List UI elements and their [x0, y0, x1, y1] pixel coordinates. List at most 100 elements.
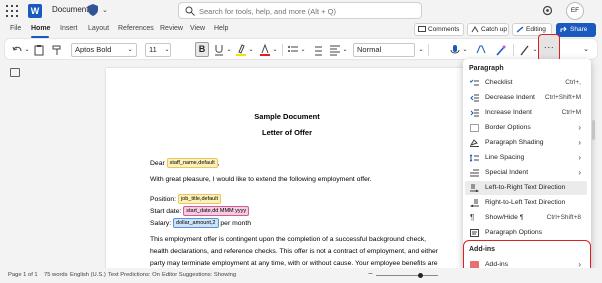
ribbon-collapse-chevron-icon[interactable]: ⌄: [582, 43, 590, 57]
more-options-button[interactable]: ···: [538, 34, 560, 62]
menu-item-checklist[interactable]: Checklist Ctrl+,: [465, 76, 587, 90]
underline-icon[interactable]: [213, 43, 225, 57]
menu-item-right-to-left[interactable]: Right-to-Left Text Direction: [465, 196, 587, 210]
numbering-icon[interactable]: [311, 43, 323, 57]
menu-item-increase-indent[interactable]: Increase Indent Ctrl+M: [465, 106, 587, 120]
highlight-color-icon[interactable]: [235, 43, 247, 57]
salutation-line: Dear staff_name,default,: [150, 158, 220, 168]
font-size-chevron-icon[interactable]: ⌄: [163, 43, 171, 57]
menu-item-paragraph-options[interactable]: Paragraph Options: [465, 226, 587, 240]
title-chevron-down-icon[interactable]: ⌄: [102, 6, 108, 14]
start-date-label: Start date:: [150, 208, 182, 215]
document-title[interactable]: Document: [52, 5, 88, 14]
menu-item-label: Special Indent: [485, 169, 529, 176]
menu-item-label: Checklist: [485, 79, 513, 86]
bullets-chevron-icon[interactable]: ⌄: [300, 43, 306, 57]
body-line: health declarations, and reference check…: [150, 248, 439, 255]
tab-references[interactable]: References: [118, 25, 154, 32]
share-icon: [560, 26, 567, 32]
tab-insert[interactable]: Insert: [60, 25, 78, 32]
style-chevron-icon[interactable]: ⌄: [417, 43, 425, 57]
settings-gear-icon[interactable]: [541, 4, 554, 17]
app-launcher-icon[interactable]: [6, 5, 18, 17]
shading-icon: [470, 139, 479, 147]
underline-chevron-icon[interactable]: ⌄: [226, 43, 232, 57]
style-select[interactable]: Normal: [353, 43, 415, 57]
search-box[interactable]: [178, 2, 422, 19]
undo-chevron-icon[interactable]: ⌄: [24, 43, 30, 57]
placeholder-job-title[interactable]: job_title,default: [177, 194, 221, 204]
line-spacing-icon: [470, 154, 479, 162]
menu-item-border-options[interactable]: Border Options ›: [465, 121, 587, 135]
font-color-icon[interactable]: [259, 43, 271, 57]
rtl-icon: [470, 199, 479, 207]
undo-icon[interactable]: [11, 43, 23, 57]
catch-up-icon: [471, 26, 479, 33]
share-button[interactable]: Share: [556, 23, 596, 37]
catch-up-button[interactable]: Catch up: [467, 23, 509, 36]
align-chevron-icon[interactable]: ⌄: [342, 43, 348, 57]
bold-button[interactable]: B: [195, 42, 209, 57]
dictate-chevron-icon[interactable]: ⌄: [462, 43, 468, 57]
dictate-microphone-icon[interactable]: [449, 43, 461, 57]
page-count[interactable]: Page 1 of 1: [8, 272, 38, 278]
language-status[interactable]: English (U.S.): [70, 272, 106, 278]
salary-line: Salary: dollar_amount,2 per month: [150, 218, 251, 228]
zoom-out-icon[interactable]: −: [368, 269, 373, 278]
comments-button[interactable]: Comments: [414, 23, 464, 36]
menu-item-shortcut: Ctrl+M: [561, 109, 581, 116]
placeholder-salary[interactable]: dollar_amount,2: [173, 218, 219, 228]
dear-text: Dear: [150, 160, 165, 167]
menu-item-label: Border Options: [485, 124, 531, 131]
editing-label: Editing: [526, 26, 546, 33]
highlight-chevron-icon[interactable]: ⌄: [248, 43, 254, 57]
word-count[interactable]: 75 words: [44, 272, 68, 278]
editor-suggestions-status[interactable]: Editor Suggestions: Showing: [162, 272, 236, 278]
menu-item-paragraph-shading[interactable]: Paragraph Shading ›: [465, 136, 587, 150]
menu-scrollbar[interactable]: [592, 120, 595, 140]
editor-icon[interactable]: [475, 43, 487, 57]
draw-pen-icon[interactable]: [519, 43, 531, 57]
menu-item-show-hide[interactable]: ¶ Show/Hide ¶ Ctrl+Shift+8: [465, 211, 587, 225]
avatar[interactable]: EF: [566, 2, 584, 20]
format-painter-icon[interactable]: [51, 43, 63, 57]
ribbon-divider: [428, 44, 429, 56]
menu-item-left-to-right[interactable]: Left-to-Right Text Direction: [465, 181, 587, 195]
navigation-pane-icon[interactable]: [10, 68, 20, 77]
tab-view[interactable]: View: [190, 25, 205, 32]
start-date-line: Start date: start_date,dd MMM yyyy: [150, 206, 250, 216]
share-label: Share: [570, 26, 588, 33]
checklist-icon: [470, 79, 479, 86]
salary-label: Salary:: [150, 220, 172, 227]
search-input[interactable]: [199, 4, 419, 18]
menu-item-line-spacing[interactable]: Line Spacing ›: [465, 151, 587, 165]
ribbon-toolbar: ⌄ Aptos Bold ⌄ 11 ⌄ B ⌄ ⌄ ⌄ ⌄ ⌄ Normal ⌄…: [4, 38, 598, 60]
align-icon[interactable]: [329, 43, 341, 57]
tab-file[interactable]: File: [10, 25, 21, 32]
menu-item-special-indent[interactable]: Special Indent ›: [465, 166, 587, 180]
menu-item-label: Show/Hide ¶: [485, 214, 524, 221]
menu-item-label: Increase Indent: [485, 109, 532, 116]
text-predictions-status[interactable]: Text Predictions: On: [108, 272, 160, 278]
bullets-icon[interactable]: [287, 43, 299, 57]
zoom-slider[interactable]: [376, 275, 438, 276]
tab-help[interactable]: Help: [214, 25, 228, 32]
status-bar: Page 1 of 1 75 words English (U.S.) Text…: [0, 268, 602, 283]
salary-suffix: per month: [220, 220, 251, 227]
pencil-icon: [516, 26, 524, 33]
tab-layout[interactable]: Layout: [88, 25, 109, 32]
tab-review[interactable]: Review: [160, 25, 183, 32]
font-color-chevron-icon[interactable]: ⌄: [272, 43, 278, 57]
menu-item-shortcut: Ctrl+Shift+8: [546, 214, 581, 221]
font-name-chevron-icon[interactable]: ⌄: [126, 43, 134, 57]
menu-item-decrease-indent[interactable]: Decrease Indent Ctrl+Shift+M: [465, 91, 587, 105]
font-name-value: Aptos Bold: [75, 45, 112, 54]
tab-home[interactable]: Home: [31, 25, 50, 32]
zoom-slider-thumb[interactable]: [418, 273, 423, 278]
placeholder-start-date[interactable]: start_date,dd MMM yyyy: [183, 206, 250, 216]
clipboard-icon[interactable]: [33, 43, 45, 57]
placeholder-staff-name[interactable]: staff_name,default: [166, 158, 218, 168]
sensitivity-shield-icon[interactable]: [88, 4, 98, 16]
designer-icon[interactable]: [495, 43, 507, 57]
document-page[interactable]: Sample Document Letter of Offer Dear sta…: [106, 68, 468, 278]
